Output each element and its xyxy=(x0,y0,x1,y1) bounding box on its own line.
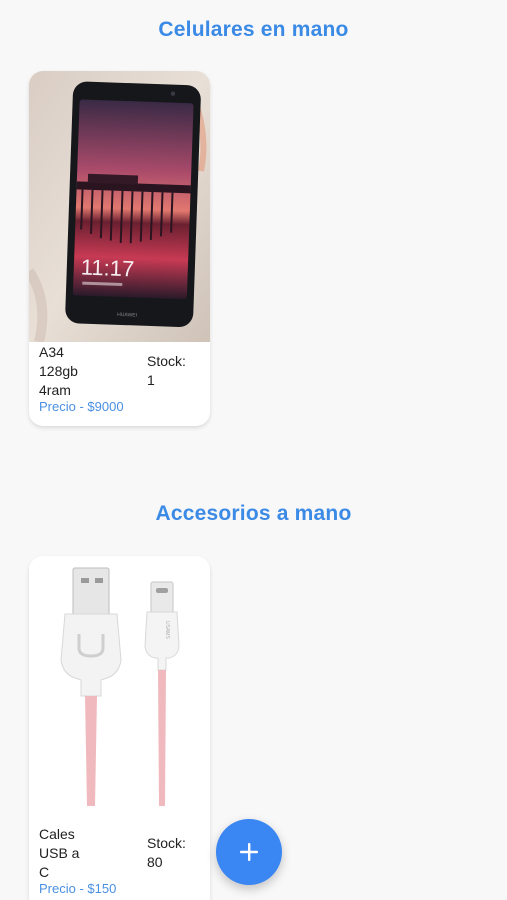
section-title-phones: Celulares en mano xyxy=(158,18,349,41)
product-card-phone[interactable]: 11:17 HUAWEI A34 128gb 4ram Stock: 1 Pre… xyxy=(29,71,210,426)
svg-text:USAMS: USAMS xyxy=(164,621,170,639)
plus-icon xyxy=(240,843,258,861)
svg-text:HUAWEI: HUAWEI xyxy=(117,312,137,319)
product-name: A34 128gb 4ram xyxy=(39,344,78,398)
product-price: Precio - $150 xyxy=(39,881,117,896)
section-title-accessories: Accesorios a mano xyxy=(155,502,352,525)
svg-text:11:17: 11:17 xyxy=(80,255,134,282)
product-stock: Stock: 1 xyxy=(147,353,186,388)
product-name: Cales USB a C xyxy=(39,826,80,880)
cable-product-image: USAMS xyxy=(29,556,210,823)
phone-product-image: 11:17 HUAWEI xyxy=(29,71,210,342)
product-card-accessory[interactable]: USAMS Cales USB a C Stock: 80 Precio - $… xyxy=(29,556,210,900)
product-stock: Stock: 80 xyxy=(147,835,186,870)
add-product-button[interactable] xyxy=(216,819,282,885)
product-price: Precio - $9000 xyxy=(39,399,124,414)
